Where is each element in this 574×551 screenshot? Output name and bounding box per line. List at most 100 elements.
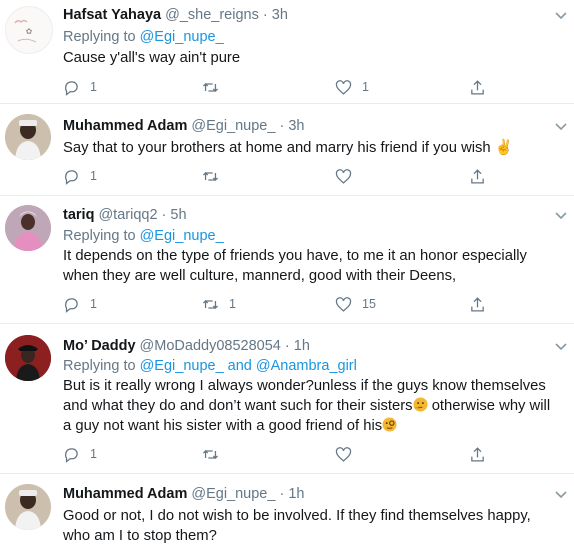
avatar[interactable]: ✿: [5, 6, 53, 54]
victory-hand-emoji: ✌: [494, 140, 514, 156]
chevron-down-icon[interactable]: [554, 341, 568, 351]
tweet-card[interactable]: Muhammed Adam @Egi_nupe_ · 1h Good or no…: [0, 474, 574, 551]
face-with-monocle-emoji-icon: [382, 417, 397, 432]
avatar-image: [5, 205, 51, 251]
reply-count: 1: [90, 447, 97, 461]
heart-icon: [335, 446, 352, 462]
share-icon: [471, 446, 484, 462]
retweet-button[interactable]: [202, 444, 229, 464]
retweet-icon: [202, 299, 219, 309]
mention-link[interactable]: @Egi_nupe_: [140, 228, 224, 244]
reply-icon: [65, 297, 78, 313]
like-button[interactable]: [335, 166, 362, 186]
avatar[interactable]: [5, 114, 51, 160]
tweet-header: Muhammed Adam @Egi_nupe_ · 3h: [63, 117, 304, 135]
tweet-card[interactable]: Mo’ Daddy @MoDaddy08528054 · 1h Replying…: [0, 324, 574, 474]
tweet-actions: 1 1 15: [63, 294, 523, 314]
avatar-image: [5, 335, 51, 381]
timestamp[interactable]: 1h: [288, 486, 304, 502]
handle[interactable]: @_she_reigns: [165, 7, 259, 23]
tweet-card[interactable]: Muhammed Adam @Egi_nupe_ · 3h Say that t…: [0, 104, 574, 196]
share-button[interactable]: [469, 294, 486, 314]
retweet-count: 1: [229, 297, 236, 311]
tweet-header: Muhammed Adam @Egi_nupe_ · 1h: [63, 485, 304, 503]
heart-icon: [335, 79, 352, 95]
tweet-text: Good or not, I do not wish to be involve…: [63, 506, 568, 546]
tweet-actions: 1 1: [63, 77, 523, 97]
handle[interactable]: @MoDaddy08528054: [140, 338, 281, 354]
chevron-down-icon[interactable]: [554, 121, 568, 131]
retweet-button[interactable]: [202, 166, 229, 186]
display-name[interactable]: Hafsat Yahaya: [63, 7, 161, 23]
share-button[interactable]: [469, 444, 486, 464]
mention-link[interactable]: @Anambra_girl: [256, 358, 357, 374]
replying-to-label: Replying to: [63, 29, 140, 45]
chevron-down-icon[interactable]: [554, 10, 568, 20]
chevron-down-icon[interactable]: [554, 489, 568, 499]
replying-to: Replying to @Egi_nupe_: [63, 28, 224, 46]
tweet-text-fragment: and what they do and don’t want such for…: [63, 398, 413, 414]
replying-to-label: Replying to: [63, 228, 140, 244]
reply-button[interactable]: 1: [63, 166, 97, 186]
timestamp[interactable]: 5h: [170, 207, 186, 223]
display-name[interactable]: Mo’ Daddy: [63, 338, 136, 354]
share-button[interactable]: [469, 77, 486, 97]
reply-icon: [65, 447, 78, 463]
avatar[interactable]: [5, 484, 51, 530]
retweet-icon: [202, 82, 219, 92]
avatar[interactable]: [5, 205, 51, 251]
tweet-text: It depends on the type of friends you ha…: [63, 246, 568, 286]
retweet-button[interactable]: [202, 77, 229, 97]
tweet-actions: 1: [63, 166, 523, 186]
tweet-text-line: It depends on the type of friends you ha…: [63, 248, 527, 264]
heart-icon: [335, 168, 352, 184]
tweet-text-fragment: otherwise why will: [427, 398, 551, 414]
mention-link[interactable]: @Egi_nupe_: [140, 29, 224, 45]
like-button[interactable]: [335, 444, 362, 464]
reply-icon: [65, 80, 78, 96]
separator: ·: [262, 7, 268, 23]
reply-icon: [65, 169, 78, 185]
tweet-card[interactable]: ✿ Hafsat Yahaya @_she_reigns · 3h Replyi…: [0, 0, 574, 104]
chevron-down-icon[interactable]: [554, 210, 568, 220]
retweet-button[interactable]: 1: [202, 294, 236, 314]
reply-button[interactable]: 1: [63, 77, 97, 97]
timestamp[interactable]: 3h: [272, 7, 288, 23]
avatar[interactable]: [5, 335, 51, 381]
handle[interactable]: @tariqq2: [98, 207, 157, 223]
like-button[interactable]: 1: [335, 77, 369, 97]
thinking-face-emoji-icon: [413, 397, 428, 412]
display-name[interactable]: Muhammed Adam: [63, 118, 187, 134]
mention-link[interactable]: @Egi_nupe_: [140, 358, 224, 374]
handle[interactable]: @Egi_nupe_: [191, 486, 275, 502]
share-button[interactable]: [469, 166, 486, 186]
replying-to-label: Replying to: [63, 358, 140, 374]
tweet-text-fragment: a guy not want his sister with a good fr…: [63, 418, 383, 434]
tweet-text-line: who am I to stop them?: [63, 528, 217, 544]
tweet-header: Hafsat Yahaya @_she_reigns · 3h: [63, 6, 288, 24]
like-count: 15: [362, 297, 376, 311]
timestamp[interactable]: 3h: [288, 118, 304, 134]
handle[interactable]: @Egi_nupe_: [191, 118, 275, 134]
retweet-icon: [202, 171, 219, 181]
like-count: 1: [362, 80, 369, 94]
tweet-text-line: Good or not, I do not wish to be involve…: [63, 508, 531, 524]
tweet-text-body: Say that to your brothers at home and ma…: [63, 140, 491, 156]
tweet-card[interactable]: tariq @tariqq2 · 5h Replying to @Egi_nup…: [0, 196, 574, 324]
separator: ·: [279, 118, 285, 134]
reply-button[interactable]: 1: [63, 294, 97, 314]
avatar-image: ✿: [6, 7, 52, 53]
tweet-text: Say that to your brothers at home and ma…: [63, 138, 568, 158]
retweet-icon: [202, 449, 219, 459]
reply-button[interactable]: 1: [63, 444, 97, 464]
heart-icon: [335, 296, 352, 312]
separator: ·: [284, 338, 290, 354]
tweet-text-line: when they are well culture, mannerd, goo…: [63, 268, 457, 284]
mention-and: and: [223, 358, 256, 374]
share-icon: [471, 296, 484, 312]
display-name[interactable]: Muhammed Adam: [63, 486, 187, 502]
like-button[interactable]: 15: [335, 294, 376, 314]
avatar-image: [5, 484, 51, 530]
timestamp[interactable]: 1h: [294, 338, 310, 354]
display-name[interactable]: tariq: [63, 207, 94, 223]
